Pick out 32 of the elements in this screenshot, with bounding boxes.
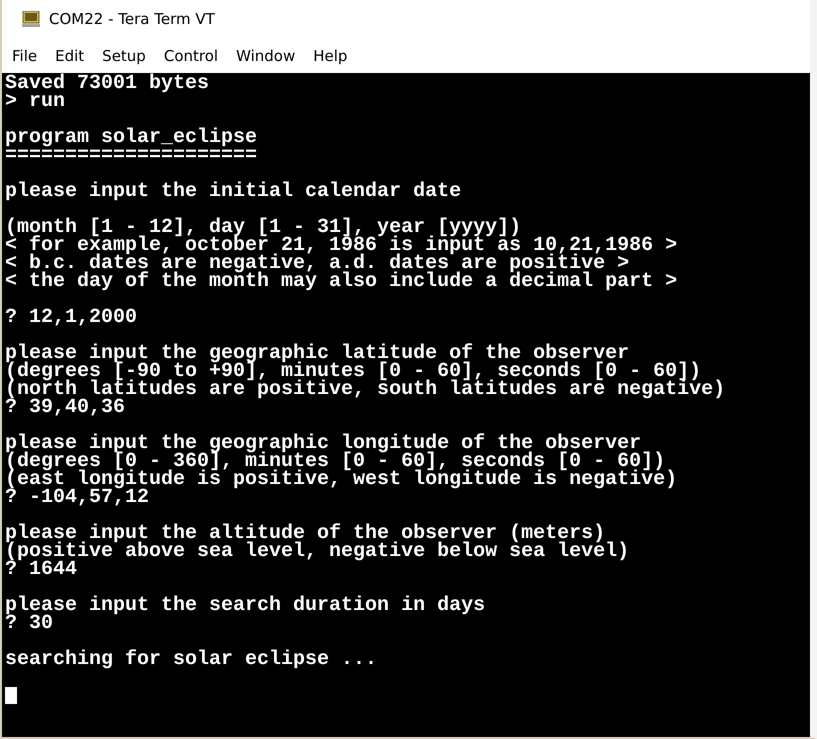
terminal-line: Saved 73001 bytes [5, 75, 210, 93]
terminal-line: ? 30 [5, 615, 54, 633]
terminal-line: ? 39,40,36 [5, 399, 126, 417]
menu-item[interactable]: Help [313, 46, 348, 64]
window-title: COM22 - Tera Term VT [49, 10, 215, 28]
terminal-line: ? 1644 [5, 561, 78, 579]
terminal-line: (degrees [0 - 360], minutes [0 - 60], seconds [0 - 60]) [5, 453, 666, 471]
terminal-line: please input the geographic longitude of the observer [5, 435, 642, 453]
terminal-line: ===================== [5, 147, 258, 165]
terminal-line: (month [1 - 12], day [1 - 31], year [yyyy]) [5, 219, 522, 237]
terminal-line: ? -104,57,12 [5, 489, 150, 507]
menu-item[interactable]: Window [236, 46, 296, 64]
terminal-line: < the day of the month may also include a decimal part > [5, 273, 678, 291]
terminal-line: please input the search duration in days [5, 597, 486, 615]
terminal-line: (north latitudes are positive, south latitudes are negative) [5, 381, 726, 399]
menu-item[interactable]: Control [164, 46, 218, 64]
terminal-line: ? 12,1,2000 [5, 309, 138, 327]
terminal-line: program solar_eclipse [5, 129, 258, 147]
menu-item[interactable]: Edit [55, 46, 84, 64]
menu-item[interactable]: File [12, 46, 38, 64]
terminal-line: > run [5, 93, 66, 111]
terminal-line: (east longitude is positive, west longitude is negative) [5, 471, 678, 489]
text-cursor [5, 687, 17, 704]
terminal-line: (degrees [-90 to +90], minutes [0 - 60], seconds [0 - 60]) [5, 363, 702, 381]
menu-item[interactable]: Setup [102, 46, 146, 64]
terminal-line: (positive above sea level, negative below sea level) [5, 543, 630, 561]
terminal-line: searching for solar eclipse ... [5, 651, 378, 669]
terminal-line: < for example, october 21, 1986 is input as 10,21,1986 > [5, 237, 678, 255]
terminal-line: please input the initial calendar date [5, 183, 462, 201]
terminal-line: please input the altitude of the observer (meters) [5, 525, 606, 543]
terminal-line: please input the geographic latitude of the observer [5, 345, 630, 363]
app-icon [22, 11, 40, 27]
